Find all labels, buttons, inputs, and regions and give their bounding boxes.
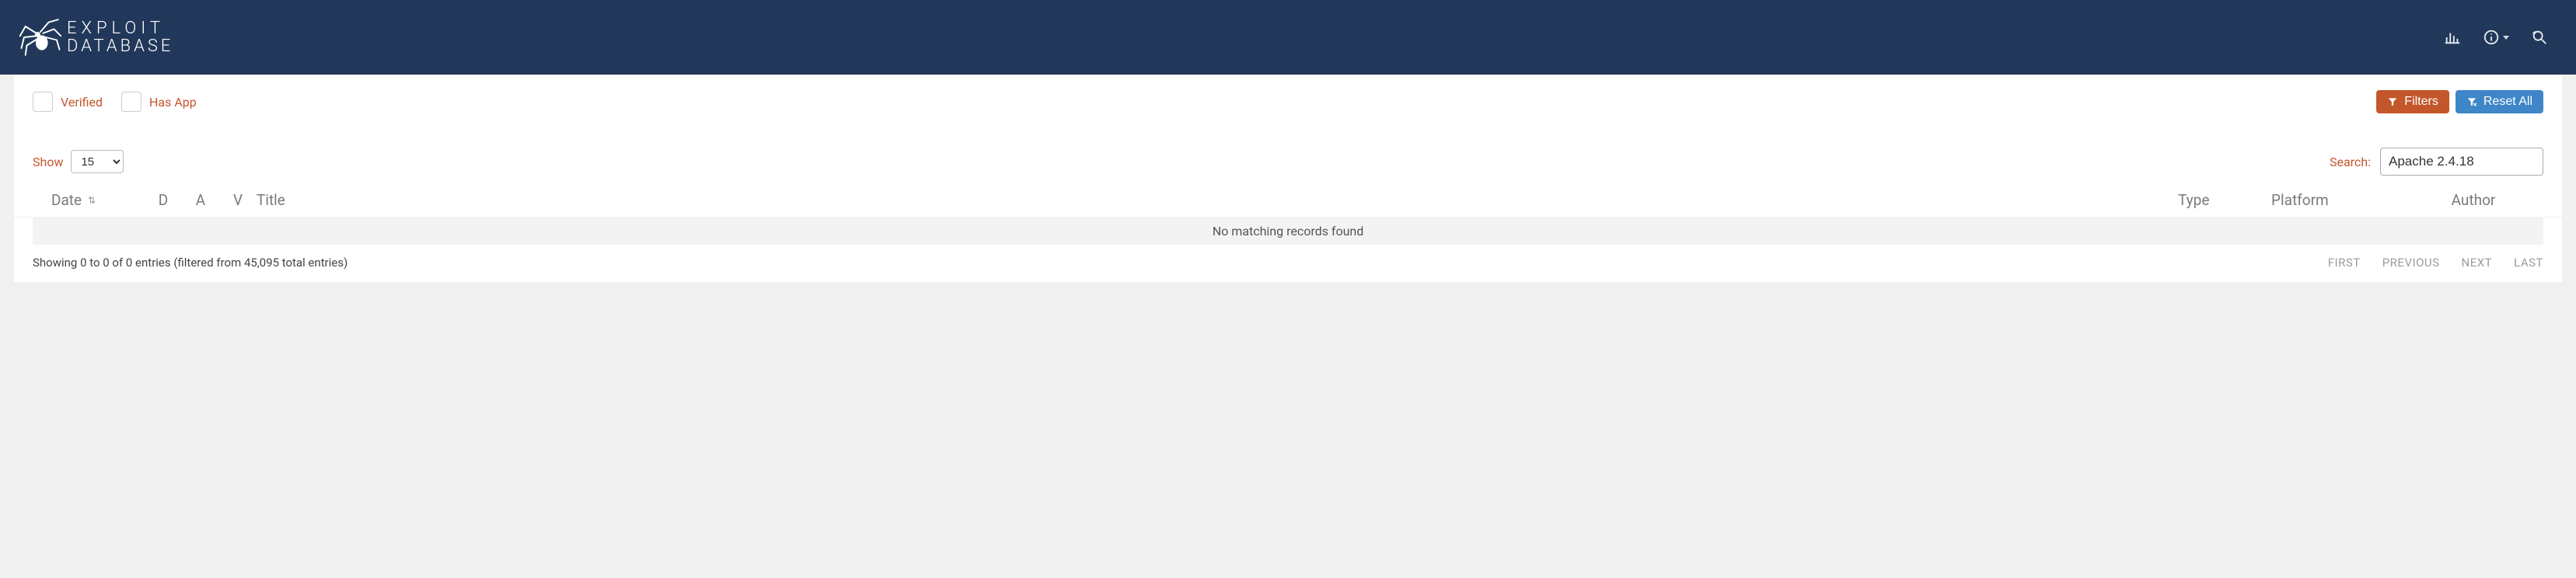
col-v[interactable]: V	[219, 191, 257, 209]
col-date-label: Date	[51, 191, 82, 209]
table-info: Showing 0 to 0 of 0 entries (filtered fr…	[33, 256, 347, 270]
brand-line2: DATABASE	[67, 37, 173, 55]
col-author[interactable]: Author	[2403, 191, 2543, 209]
reset-all-button-label: Reset All	[2484, 95, 2532, 109]
hasapp-label: Has App	[149, 95, 197, 110]
filter-buttons: Filters Reset All	[2376, 90, 2543, 113]
search-wrap: Search:	[2330, 148, 2543, 176]
table-footer: Showing 0 to 0 of 0 entries (filtered fr…	[14, 245, 2562, 273]
hasapp-checkbox[interactable]	[121, 92, 141, 112]
brand-text: EXPLOIT DATABASE	[67, 19, 173, 55]
col-type[interactable]: Type	[2178, 191, 2271, 209]
filter-checkboxes: Verified Has App	[33, 92, 197, 112]
col-a[interactable]: A	[182, 191, 219, 209]
app-header: EXPLOIT DATABASE	[0, 0, 2576, 75]
info-icon	[2483, 29, 2500, 46]
filter-row: Verified Has App Filters Reset All	[14, 75, 2562, 120]
search-input[interactable]	[2380, 148, 2543, 176]
col-date[interactable]: Date ⇅	[51, 191, 145, 209]
pager-previous[interactable]: PREVIOUS	[2382, 256, 2440, 270]
col-title[interactable]: Title	[257, 191, 2178, 209]
sort-icon: ⇅	[88, 195, 94, 206]
reset-all-button[interactable]: Reset All	[2456, 90, 2543, 113]
stats-icon[interactable]	[2444, 29, 2461, 46]
verified-label: Verified	[61, 95, 103, 110]
header-actions	[2444, 29, 2548, 46]
show-label: Show	[33, 155, 63, 169]
main-panel: Verified Has App Filters Reset All	[14, 75, 2562, 282]
spider-icon	[19, 16, 62, 59]
search-icon[interactable]	[2531, 29, 2548, 46]
brand-logo[interactable]: EXPLOIT DATABASE	[19, 16, 173, 59]
chevron-down-icon	[2503, 36, 2509, 40]
table-header: Date ⇅ D A V Title Type Platform Author	[14, 183, 2562, 218]
pager-first[interactable]: FIRST	[2328, 256, 2361, 270]
info-dropdown[interactable]	[2483, 29, 2509, 46]
hasapp-filter: Has App	[121, 92, 197, 112]
filters-button-label: Filters	[2404, 95, 2438, 109]
col-d[interactable]: D	[145, 191, 182, 209]
show-select[interactable]: 15	[71, 150, 124, 173]
search-label: Search:	[2330, 155, 2371, 169]
show-entries: Show 15	[33, 150, 124, 173]
col-platform[interactable]: Platform	[2271, 191, 2403, 209]
filters-button[interactable]: Filters	[2376, 90, 2449, 113]
pager: FIRST PREVIOUS NEXT LAST	[2328, 256, 2543, 270]
pager-next[interactable]: NEXT	[2462, 256, 2493, 270]
controls-row: Show 15 Search:	[14, 120, 2562, 183]
funnel-clear-icon	[2466, 96, 2477, 107]
funnel-icon	[2387, 96, 2398, 107]
table-empty-row: No matching records found	[33, 218, 2543, 245]
verified-filter: Verified	[33, 92, 103, 112]
brand-line1: EXPLOIT	[67, 19, 173, 37]
pager-last[interactable]: LAST	[2514, 256, 2543, 270]
verified-checkbox[interactable]	[33, 92, 53, 112]
